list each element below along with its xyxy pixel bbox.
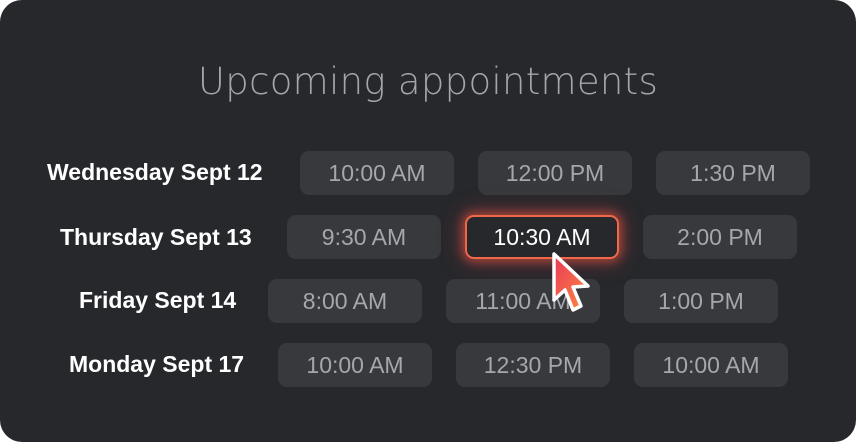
time-slot-button[interactable]: 10:00 AM: [634, 343, 788, 387]
day-label: Monday Sept 17: [69, 351, 245, 377]
appointments-card: Upcoming appointments Wednesday Sept 12 …: [0, 0, 856, 442]
time-slot-button[interactable]: 1:30 PM: [656, 151, 810, 195]
day-label: Thursday Sept 13: [60, 224, 252, 250]
time-slot-button[interactable]: 12:30 PM: [456, 343, 610, 387]
time-slot-button[interactable]: 8:00 AM: [268, 279, 422, 323]
day-label: Wednesday Sept 12: [47, 159, 263, 185]
time-slot-button[interactable]: 12:00 PM: [478, 151, 632, 195]
time-slot-button[interactable]: 9:30 AM: [287, 215, 441, 259]
time-slot-button[interactable]: 2:00 PM: [643, 215, 797, 259]
time-slot-button[interactable]: 1:00 PM: [624, 279, 778, 323]
time-slot-button[interactable]: 10:00 AM: [300, 151, 454, 195]
day-label: Friday Sept 14: [79, 287, 237, 313]
time-slot-button-selected[interactable]: 10:30 AM: [465, 215, 619, 259]
mouse-pointer-icon: [552, 252, 590, 312]
page-title: Upcoming appointments: [197, 60, 659, 103]
time-slot-button[interactable]: 10:00 AM: [278, 343, 432, 387]
